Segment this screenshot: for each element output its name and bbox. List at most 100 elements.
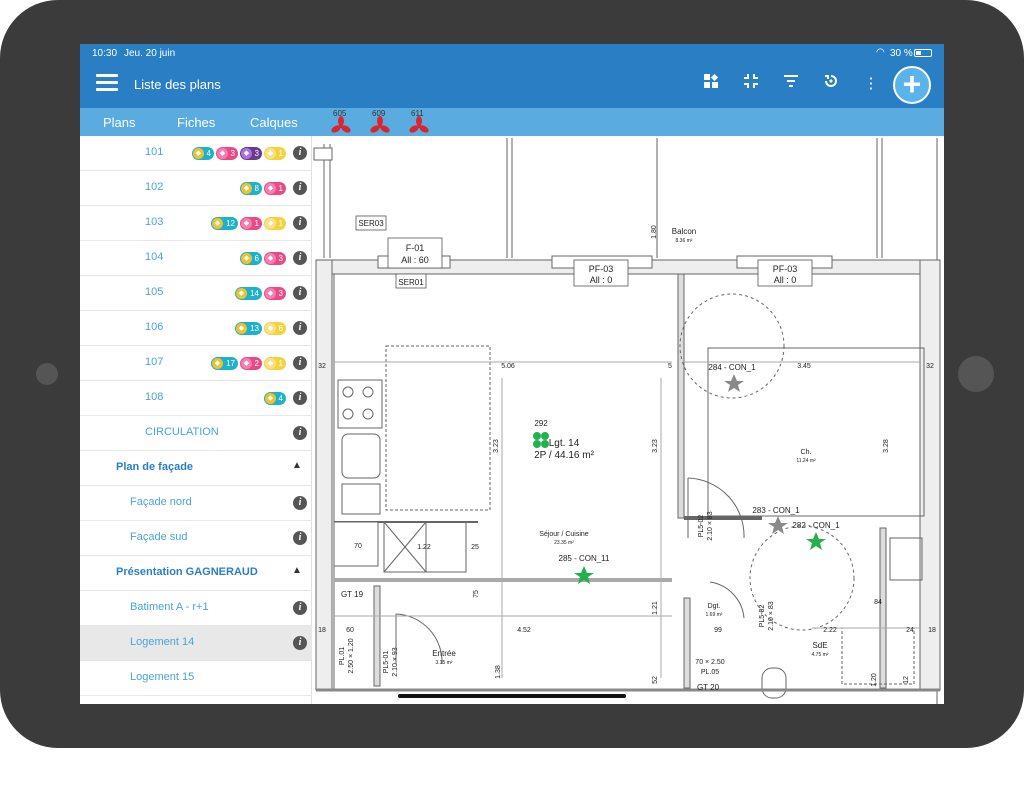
- badge-icon: ◆: [265, 288, 276, 299]
- chevron-up-icon[interactable]: ▲: [292, 460, 302, 471]
- list-item[interactable]: 108 ◆ 4 i: [80, 381, 312, 416]
- badge-icon: ◆: [236, 288, 247, 299]
- dim: 70: [354, 543, 362, 550]
- floor-plan-view[interactable]: 605 609 611 SER03 F-01 All: 60 SER01 PF…: [312, 108, 944, 704]
- dim: 4.52: [517, 627, 531, 634]
- tab-plans[interactable]: Plans: [103, 115, 136, 130]
- tab-calques[interactable]: Calques: [250, 115, 298, 130]
- logement-name: Lgt. 14: [549, 438, 580, 449]
- dim: 18: [318, 627, 326, 634]
- list-item[interactable]: Façade nord i: [80, 486, 312, 521]
- label-gt19: GT 19: [341, 590, 364, 599]
- list-item[interactable]: Logement 15: [80, 661, 312, 696]
- chevron-up-icon[interactable]: ▲: [292, 565, 302, 576]
- add-button[interactable]: +: [893, 66, 931, 104]
- room-area: 23.35 m²: [554, 540, 574, 546]
- badge-icon: ◆: [241, 253, 252, 264]
- info-icon[interactable]: i: [293, 426, 307, 440]
- plan-label: Batiment A - r+1: [130, 601, 209, 613]
- pink-count-badge: ◆ 1: [240, 217, 262, 230]
- more-icon[interactable]: ⋮: [860, 73, 882, 95]
- info-icon[interactable]: i: [293, 601, 307, 615]
- yellow-count-badge: ◆ 1: [264, 147, 286, 160]
- cyan-count-badge: ◆ 13: [235, 322, 262, 335]
- dim: 2.22: [823, 627, 837, 634]
- badge-icon: ◆: [212, 358, 223, 369]
- info-icon[interactable]: i: [293, 216, 307, 230]
- badge-icon: ◆: [265, 218, 276, 229]
- badge-icon: ◆: [265, 253, 276, 264]
- dim: 25: [471, 544, 479, 551]
- badge-count: 4: [278, 394, 283, 403]
- dim: 1.21: [652, 601, 659, 615]
- group-header[interactable]: Plan de façade ▲: [80, 451, 312, 486]
- label-pf03: PF-03: [589, 264, 614, 274]
- info-icon[interactable]: i: [293, 496, 307, 510]
- dim: 75: [473, 590, 480, 598]
- list-item[interactable]: 102 ◆ 1 ◆ 8 i: [80, 171, 312, 206]
- label-balcon: Balcon: [672, 227, 696, 236]
- plan-label: 108: [145, 391, 164, 403]
- door-size: 2.50 × 1.20: [348, 638, 355, 673]
- badge-count: 3: [278, 289, 283, 298]
- dashboard-icon[interactable]: [700, 73, 722, 95]
- point-label: 284 - CON_1: [708, 363, 756, 372]
- plan-label: 103: [145, 216, 164, 228]
- dim: 5.06: [501, 363, 515, 370]
- badge-count: 3: [230, 149, 235, 158]
- badge-icon: ◆: [265, 358, 276, 369]
- sidebar-tabs: Plans Fiches Calques: [80, 108, 312, 136]
- info-icon[interactable]: i: [293, 251, 307, 265]
- screen: 10:30 Jeu. 20 juin ◠ 30 % Liste des plan…: [80, 44, 944, 704]
- purple-count-badge: ◆ 3: [240, 147, 262, 160]
- dim: 18: [928, 627, 936, 634]
- page-title: Liste des plans: [134, 77, 221, 92]
- home-button[interactable]: [958, 356, 994, 392]
- tab-fiches[interactable]: Fiches: [177, 115, 215, 130]
- wifi-icon: ◠: [876, 47, 885, 58]
- room-area: 11.24 m²: [796, 458, 816, 464]
- door-size: 2.10 × 93: [392, 647, 399, 676]
- filter-icon[interactable]: [780, 73, 802, 95]
- info-icon[interactable]: i: [293, 181, 307, 195]
- room-label: SdE: [812, 641, 827, 650]
- list-item[interactable]: 107 ◆ 1 ◆ 2 ◆ 17 i: [80, 346, 312, 381]
- list-item[interactable]: Logement 14 i: [80, 626, 312, 661]
- room-label: Séjour / Cuisine: [539, 531, 589, 538]
- list-item[interactable]: 101 ◆ 1 ◆ 3 ◆ 3 ◆ 4 i: [80, 136, 312, 171]
- room-area: 1.69 m²: [706, 612, 723, 618]
- badge-icon: ◆: [265, 323, 276, 334]
- list-item[interactable]: Façade sud i: [80, 521, 312, 556]
- info-icon[interactable]: i: [293, 636, 307, 650]
- label-f01-all: All : 60: [401, 255, 429, 265]
- point-label: 285 - CON_11: [559, 554, 611, 563]
- info-icon[interactable]: i: [293, 356, 307, 370]
- list-item[interactable]: 103 ◆ 1 ◆ 1 ◆ 12 i: [80, 206, 312, 241]
- info-icon[interactable]: i: [293, 146, 307, 160]
- plan-label: 106: [145, 321, 164, 333]
- info-icon[interactable]: i: [293, 531, 307, 545]
- logement-area: 2P / 44.16 m²: [534, 450, 595, 461]
- dim: 12: [903, 676, 910, 684]
- label-f01: F-01: [406, 243, 425, 253]
- info-icon[interactable]: i: [293, 321, 307, 335]
- info-icon[interactable]: i: [293, 286, 307, 300]
- list-item[interactable]: 105 ◆ 3 ◆ 14 i: [80, 276, 312, 311]
- status-time: 10:30: [92, 48, 118, 59]
- badge-icon: ◆: [265, 393, 276, 404]
- group-label: Présentation GAGNERAUD: [116, 566, 258, 578]
- badge-icon: ◆: [212, 218, 223, 229]
- list-item[interactable]: Batiment A - r+1 i: [80, 591, 312, 626]
- rotate-icon[interactable]: [820, 73, 842, 95]
- plan-label: Façade nord: [130, 496, 192, 508]
- dim: 32: [926, 363, 934, 370]
- list-item[interactable]: 106 ◆ 6 ◆ 13 i: [80, 311, 312, 346]
- info-icon[interactable]: i: [293, 391, 307, 405]
- list-item[interactable]: CIRCULATION i: [80, 416, 312, 451]
- group-header[interactable]: Présentation GAGNERAUD ▲: [80, 556, 312, 591]
- menu-icon[interactable]: [96, 74, 118, 92]
- pink-count-badge: ◆ 3: [264, 252, 286, 265]
- list-item[interactable]: 104 ◆ 3 ◆ 6 i: [80, 241, 312, 276]
- plan-label: Façade sud: [130, 531, 188, 543]
- collapse-icon[interactable]: [740, 73, 762, 95]
